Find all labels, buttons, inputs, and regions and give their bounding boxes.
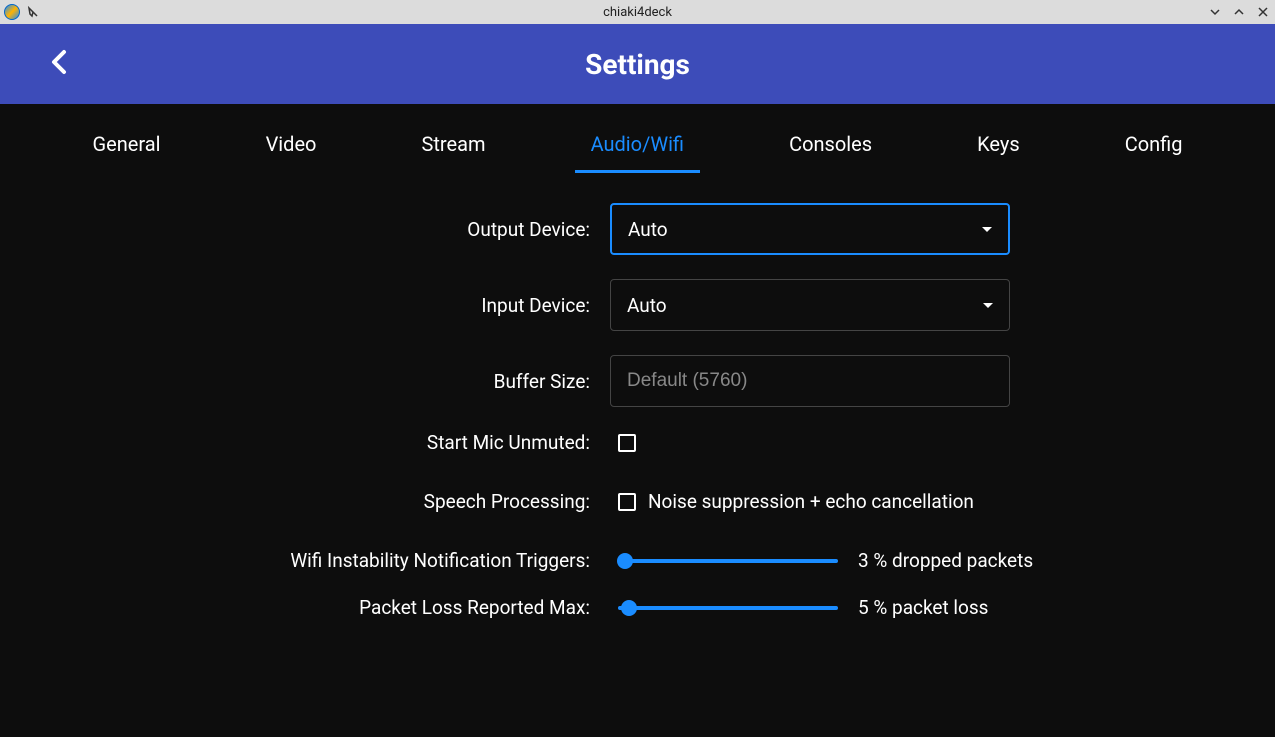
tab-audio-wifi[interactable]: Audio/Wifi	[575, 124, 700, 173]
buffer-size-input[interactable]	[610, 355, 1010, 407]
titlebar-left	[4, 4, 40, 20]
window-titlebar: chiaki4deck	[0, 0, 1275, 24]
tab-keys[interactable]: Keys	[961, 124, 1036, 173]
speech-processing-checkbox[interactable]	[618, 493, 636, 511]
wifi-instability-label: Wifi Instability Notification Triggers:	[50, 549, 610, 572]
slider-thumb[interactable]	[617, 553, 633, 569]
output-device-row: Output Device: Auto	[50, 203, 1225, 255]
settings-tabs: General Video Stream Audio/Wifi Consoles…	[0, 104, 1275, 173]
input-device-row: Input Device: Auto	[50, 279, 1225, 331]
tab-video[interactable]: Video	[250, 124, 333, 173]
output-device-value: Auto	[628, 218, 668, 241]
app-icon	[4, 4, 20, 20]
speech-processing-row: Speech Processing: Noise suppression + e…	[50, 490, 1225, 513]
window-title: chiaki4deck	[603, 5, 672, 20]
back-button[interactable]	[50, 48, 68, 80]
chevron-down-icon	[983, 303, 993, 308]
titlebar-controls	[1207, 4, 1271, 20]
slider-thumb[interactable]	[621, 600, 637, 616]
tab-general[interactable]: General	[77, 124, 177, 173]
mic-unmuted-checkbox[interactable]	[618, 434, 636, 452]
mic-unmuted-label: Start Mic Unmuted:	[50, 431, 610, 454]
packet-loss-slider[interactable]	[618, 606, 838, 610]
packet-loss-row: Packet Loss Reported Max: 5 % packet los…	[50, 596, 1225, 619]
output-device-select[interactable]: Auto	[610, 203, 1010, 255]
input-device-value: Auto	[627, 294, 667, 317]
minimize-button[interactable]	[1207, 4, 1223, 20]
settings-content: Output Device: Auto Input Device: Auto B…	[0, 173, 1275, 673]
app-header: Settings	[0, 24, 1275, 104]
wifi-instability-slider[interactable]	[618, 559, 838, 563]
output-device-label: Output Device:	[50, 218, 610, 241]
pin-icon[interactable]	[26, 5, 40, 19]
tab-stream[interactable]: Stream	[405, 124, 501, 173]
tab-consoles[interactable]: Consoles	[773, 124, 888, 173]
packet-loss-value: 5 % packet loss	[858, 596, 989, 619]
tab-config[interactable]: Config	[1109, 124, 1199, 173]
buffer-size-label: Buffer Size:	[50, 370, 610, 393]
chevron-down-icon	[982, 227, 992, 232]
page-title: Settings	[585, 48, 690, 81]
input-device-select[interactable]: Auto	[610, 279, 1010, 331]
input-device-label: Input Device:	[50, 294, 610, 317]
close-button[interactable]	[1255, 4, 1271, 20]
wifi-instability-row: Wifi Instability Notification Triggers: …	[50, 549, 1225, 572]
maximize-button[interactable]	[1231, 4, 1247, 20]
speech-processing-option-label: Noise suppression + echo cancellation	[648, 490, 974, 513]
mic-unmuted-row: Start Mic Unmuted:	[50, 431, 1225, 454]
wifi-instability-value: 3 % dropped packets	[858, 549, 1033, 572]
buffer-size-row: Buffer Size:	[50, 355, 1225, 407]
speech-processing-label: Speech Processing:	[50, 490, 610, 513]
packet-loss-label: Packet Loss Reported Max:	[50, 596, 610, 619]
